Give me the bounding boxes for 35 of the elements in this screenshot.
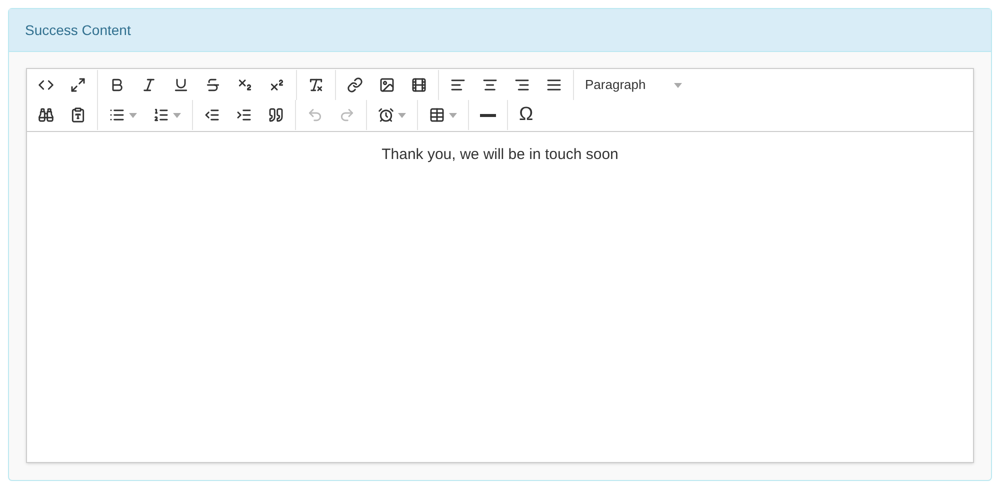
fullscreen-icon: [70, 77, 86, 93]
special-character-button[interactable]: Ω: [511, 101, 542, 129]
align-left-icon: [450, 77, 466, 93]
caret-icon: [398, 112, 406, 118]
redo-icon: [339, 107, 355, 123]
quote-icon: [268, 107, 284, 123]
caret-icon: [449, 112, 457, 118]
format-select[interactable]: Paragraph: [577, 71, 690, 99]
table-icon: [429, 107, 445, 123]
code-icon: [38, 77, 54, 93]
caret-icon: [129, 112, 137, 118]
clear-format-icon: [308, 77, 324, 93]
caret-icon: [674, 82, 682, 88]
binoculars-icon: [38, 107, 54, 123]
clipboard-icon: [70, 107, 86, 123]
content-text: Thank you, we will be in touch soon: [380, 145, 620, 165]
bullet-list-icon: [109, 107, 125, 123]
align-justify-icon: [546, 77, 562, 93]
caret-icon: [173, 112, 181, 118]
align-right-icon: [514, 77, 530, 93]
undo-icon: [307, 107, 323, 123]
italic-icon: [141, 77, 157, 93]
outdent-icon: [204, 107, 220, 123]
image-icon: [379, 77, 395, 93]
alarm-clock-icon: [378, 107, 394, 123]
superscript-icon: [269, 77, 285, 93]
align-center-icon: [482, 77, 498, 93]
subscript-icon: [237, 77, 253, 93]
film-icon: [411, 77, 427, 93]
indent-icon: [236, 107, 252, 123]
underline-icon: [173, 77, 189, 93]
strikethrough-icon: [205, 77, 221, 93]
panel-title: Success Content: [25, 20, 131, 40]
link-icon: [347, 77, 363, 93]
numbered-list-icon: [153, 107, 169, 123]
